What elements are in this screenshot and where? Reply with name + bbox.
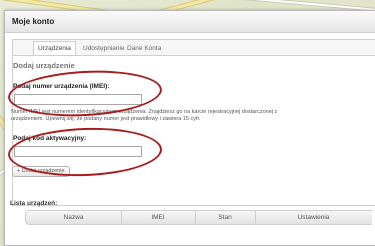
column-header-name[interactable]: Nazwa <box>26 211 121 224</box>
tab-account-data[interactable]: Dane Konta <box>123 42 165 56</box>
tab-strip: Urządzenia Udostępnianie Dane Konta <box>12 39 375 57</box>
column-header-status[interactable]: Stan <box>195 211 255 224</box>
column-header-imei[interactable]: IMEI <box>121 211 195 224</box>
add-device-section-title: Dodaj urządzenie <box>13 61 75 70</box>
device-list-header: Nazwa IMEI Stan Ustawienia <box>25 210 372 225</box>
device-list-title: Lista urządzeń: <box>10 200 58 207</box>
tab-sharing[interactable]: Udostępnianie <box>79 42 129 56</box>
imei-help-text-line2: urządzeniem. Upewnij się, że podany nume… <box>11 116 201 122</box>
column-header-settings[interactable]: Ustawienia <box>255 211 372 224</box>
window-title: Moje konto <box>5 11 375 33</box>
